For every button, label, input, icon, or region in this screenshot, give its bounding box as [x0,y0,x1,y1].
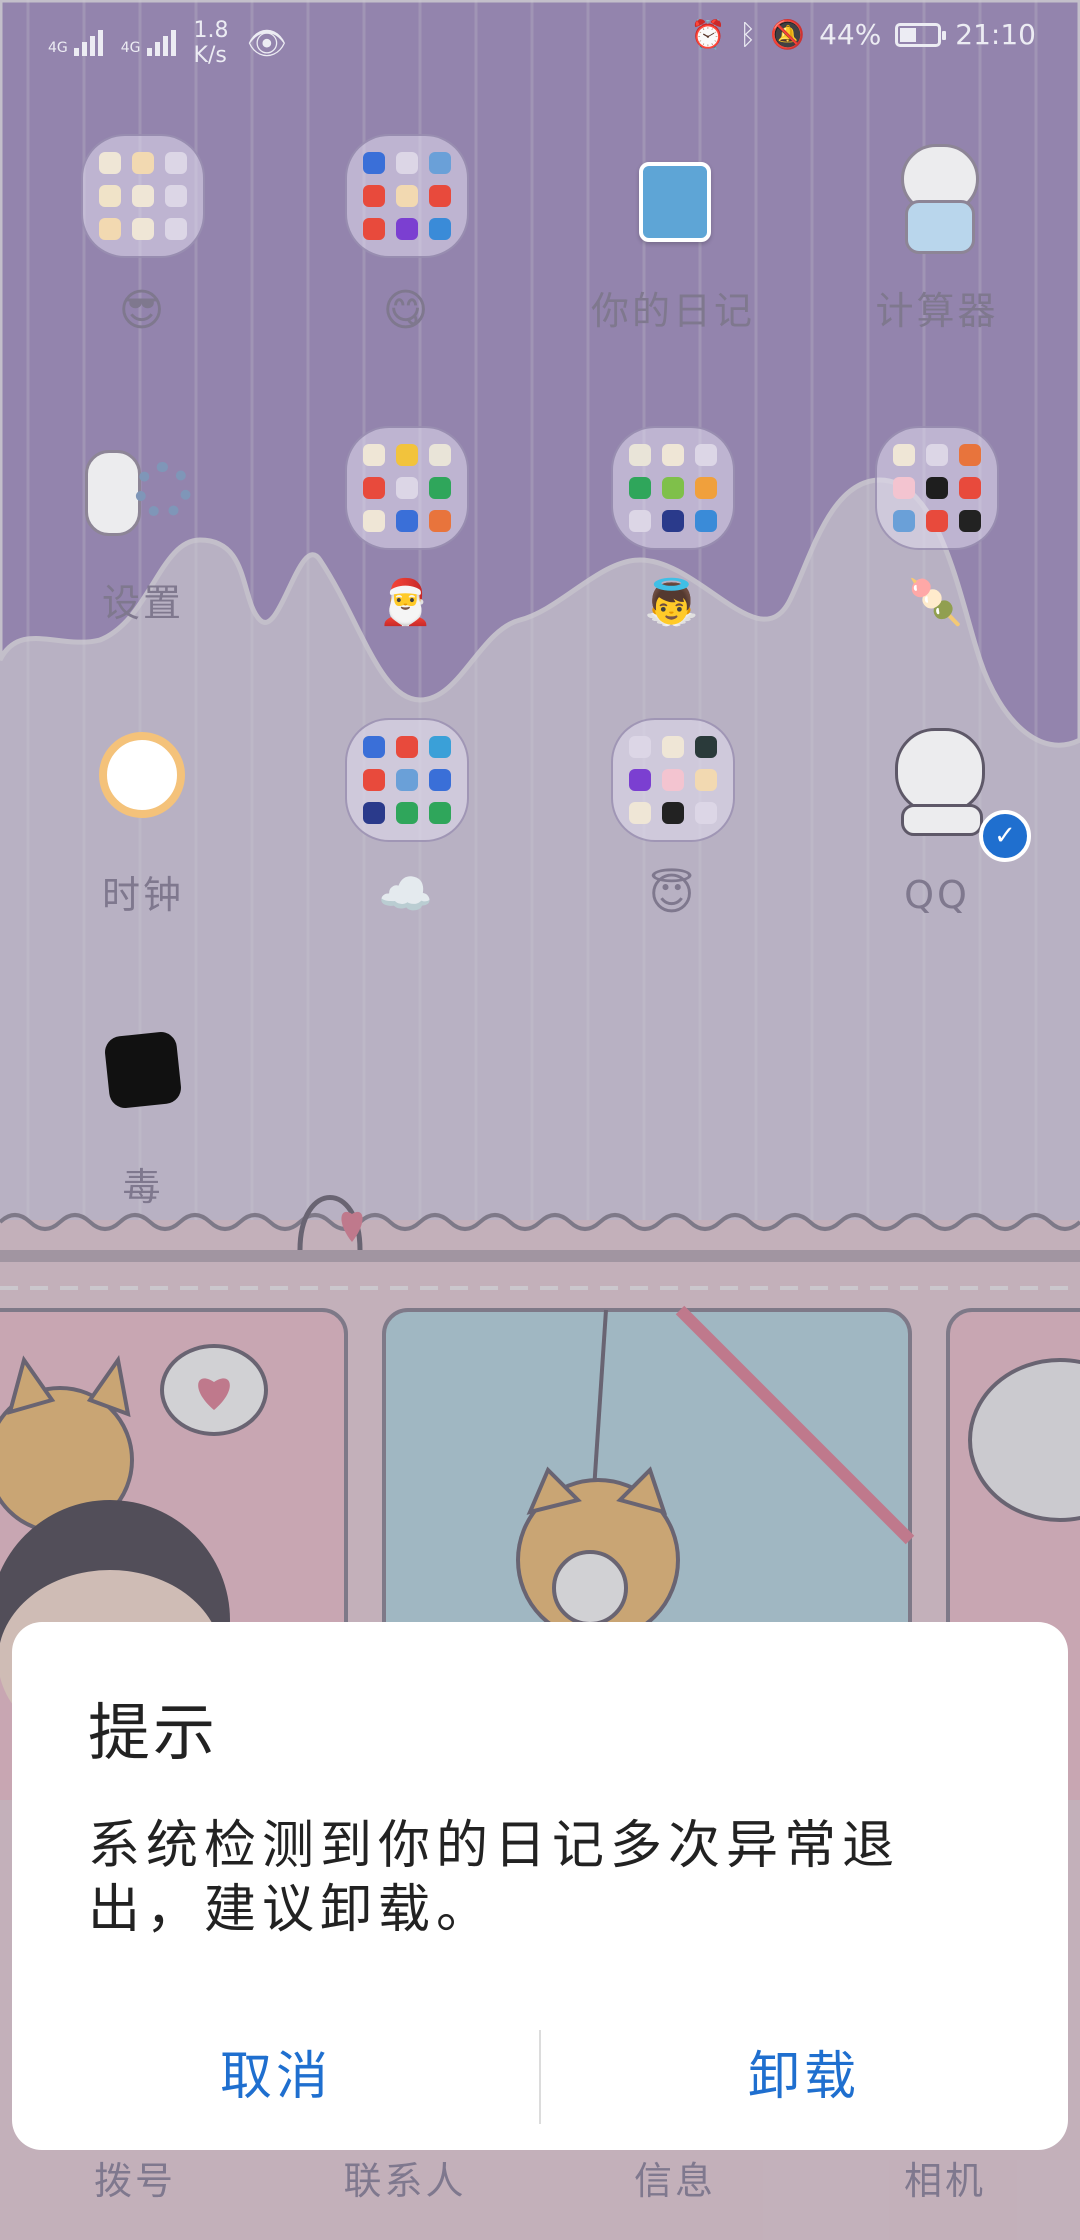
mute-bell-icon: 🔕 [770,18,806,51]
dock: 拨号 联系人 信息 相机 [0,2150,1080,2205]
app-folder[interactable]: 👼 [538,426,808,628]
app-your-diary[interactable]: 你的日记 [538,134,808,336]
app-label: 😎 [118,285,168,336]
du-app-icon [81,1010,205,1134]
app-du[interactable]: 毒 [8,1010,278,1212]
signal-icon: 4G [48,30,103,56]
bluetooth-icon: ᛒ [739,18,757,51]
folder-icon [611,718,735,842]
app-label: 🍡 [908,577,966,628]
network-type: 4G [120,40,141,56]
alert-dialog: 提示 系统检测到你的日记多次异常退出，建议卸载。 取消 卸载 [12,1622,1068,2150]
dock-messages[interactable]: 信息 [540,2150,810,2205]
dialog-title: 提示 [88,1696,219,1769]
app-label: 毒 [122,1165,164,1209]
app-folder[interactable]: ☁️ [272,718,542,920]
app-label: 设置 [101,581,184,625]
clock-time: 21:10 [955,18,1036,51]
app-settings[interactable]: 设置 [8,426,278,628]
eye-comfort-icon: 👁 [246,24,288,62]
app-folder[interactable]: 🍡 [802,426,1072,628]
app-label: 🎅 [378,577,436,628]
app-calculator[interactable]: 计算器 [802,134,1072,336]
app-folder[interactable]: 😇 [538,718,808,920]
dock-contacts[interactable]: 联系人 [270,2150,540,2205]
battery-percent: 44% [819,18,882,51]
dock-dialer[interactable]: 拨号 [0,2150,270,2205]
folder-icon [345,718,469,842]
app-qq[interactable]: ✓ QQ [802,718,1072,920]
app-label: 计算器 [875,289,999,333]
dock-camera[interactable]: 相机 [810,2150,1080,2205]
battery-icon [895,22,947,47]
folder-icon [611,426,735,550]
app-clock[interactable]: 时钟 [8,718,278,920]
app-label: 😇 [648,869,698,920]
verified-shield-icon: ✓ [979,810,1031,862]
folder-icon [345,426,469,550]
network-type: 4G [48,40,68,56]
app-label: QQ [904,873,970,917]
folder-icon [81,134,205,258]
network-speed: 1.8 K/s [193,18,229,68]
folder-icon [345,134,469,258]
app-label: 时钟 [101,873,184,917]
status-bar: 4G 4G 1.8 K/s 👁 ⏰ ᛒ 🔕 44% 21:10 [0,0,1080,80]
clock-cat-icon [81,718,205,842]
app-folder[interactable]: 🎅 [272,426,542,628]
dialog-message: 系统检测到你的日记多次异常退出，建议卸载。 [88,1816,901,1940]
app-label: ☁️ [378,869,436,920]
calculator-cat-icon [875,134,999,258]
cancel-button[interactable]: 取消 [12,2022,540,2132]
qq-cat-icon: ✓ [875,718,1031,862]
app-label: 👼 [644,577,702,628]
app-folder[interactable]: 😎 [8,134,278,336]
folder-icon [875,426,999,550]
alarm-icon: ⏰ [690,18,726,51]
app-label: 你的日记 [590,289,755,333]
uninstall-button[interactable]: 卸载 [540,2022,1068,2132]
signal-icon: 4G [121,30,176,56]
diary-book-icon [611,134,735,258]
app-label: 😋 [382,285,432,336]
app-folder[interactable]: 😋 [272,134,542,336]
settings-gear-icon [81,426,205,550]
